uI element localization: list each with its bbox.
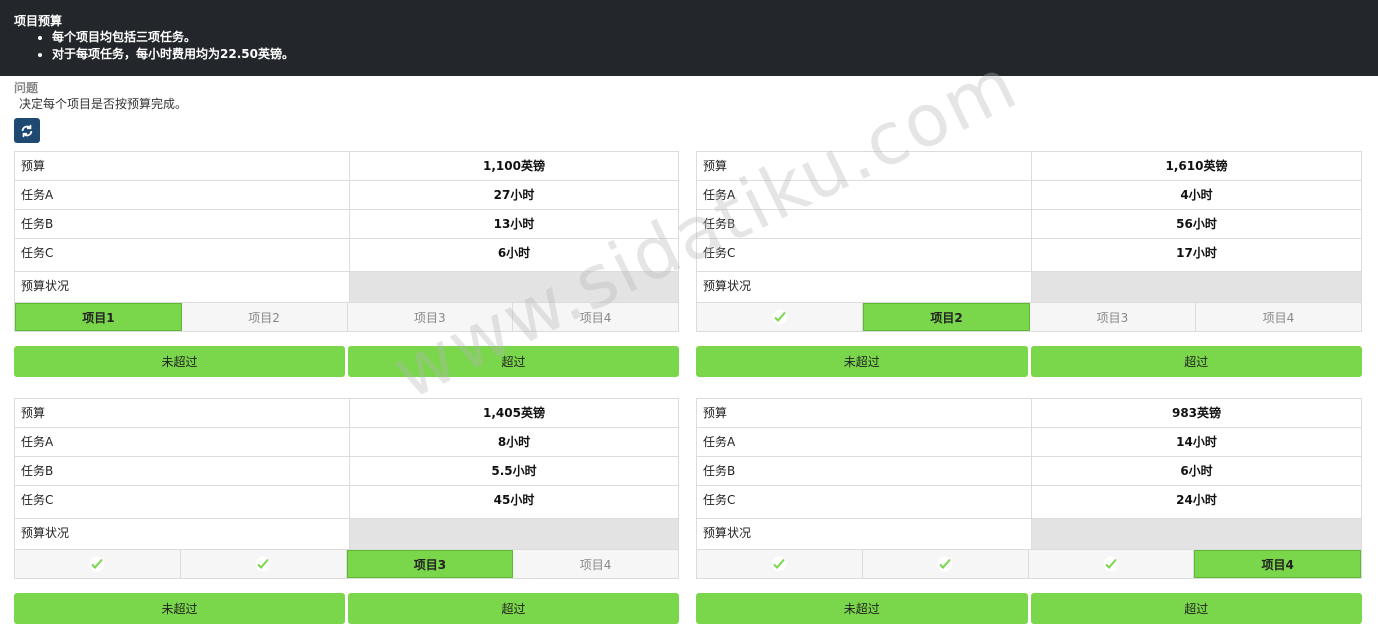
over-button[interactable]: 超过 bbox=[348, 346, 679, 377]
tab-project-2[interactable]: 项目2 bbox=[181, 303, 348, 331]
tab-project-2-done[interactable] bbox=[862, 550, 1029, 578]
task-a-value: 14小时 bbox=[1176, 435, 1217, 449]
task-b-value: 56小时 bbox=[1176, 217, 1217, 231]
check-icon bbox=[1103, 556, 1119, 572]
status-drop-zone[interactable] bbox=[350, 272, 678, 302]
tab-project-2-done[interactable] bbox=[180, 550, 347, 578]
answer-buttons: 未超过 超过 bbox=[696, 593, 1362, 624]
budget-value: 983英镑 bbox=[1171, 406, 1222, 420]
project-tabs: 项目2 项目3 项目4 bbox=[697, 303, 1361, 331]
task-c-label: 任务C bbox=[15, 239, 350, 271]
header-bar: 项目预算 每个项目均包括三项任务。 对于每项任务，每小时费用均为22.50英镑。 bbox=[0, 0, 1378, 76]
task-c-value: 17小时 bbox=[1176, 246, 1217, 260]
task-b-label: 任务B bbox=[15, 210, 350, 238]
task-c-label: 任务C bbox=[697, 239, 1032, 271]
tab-project-2[interactable]: 项目2 bbox=[863, 303, 1030, 331]
task-b-value: 6小时 bbox=[1180, 464, 1213, 478]
answer-buttons: 未超过 超过 bbox=[696, 346, 1362, 377]
answer-buttons: 未超过 超过 bbox=[14, 593, 679, 624]
project-table: 预算 1,100英镑 任务A 27小时 任务B 13小时 任务C 6小时 预算状况 项目… bbox=[14, 151, 679, 332]
task-a-label: 任务A bbox=[697, 428, 1032, 456]
tab-project-3[interactable]: 项目3 bbox=[346, 550, 514, 578]
header-bullet: 每个项目均包括三项任务。 bbox=[52, 29, 294, 46]
task-a-value: 8小时 bbox=[497, 435, 531, 449]
header-bullet: 对于每项任务，每小时费用均为22.50英镑。 bbox=[52, 46, 294, 63]
budget-label: 预算 bbox=[15, 152, 350, 180]
task-a-value: 27小时 bbox=[493, 188, 535, 202]
budget-label: 预算 bbox=[697, 399, 1032, 427]
over-button[interactable]: 超过 bbox=[348, 593, 679, 624]
project-tabs: 项目3 项目4 bbox=[15, 550, 678, 578]
task-a-label: 任务A bbox=[15, 428, 350, 456]
status-drop-zone[interactable] bbox=[1032, 272, 1361, 302]
budget-label: 预算 bbox=[15, 399, 350, 427]
task-b-value: 5.5小时 bbox=[491, 464, 537, 478]
status-label: 预算状况 bbox=[15, 519, 350, 549]
budget-value: 1,610英镑 bbox=[1165, 159, 1228, 173]
tab-project-3[interactable]: 项目3 bbox=[1030, 303, 1196, 331]
status-label: 预算状况 bbox=[697, 519, 1032, 549]
project-table: 预算 983英镑 任务A 14小时 任务B 6小时 任务C 24小时 预算状况 项目4 bbox=[696, 398, 1362, 579]
budget-label: 预算 bbox=[697, 152, 1032, 180]
project-tabs: 项目1 项目2 项目3 项目4 bbox=[15, 303, 678, 331]
status-drop-zone[interactable] bbox=[350, 519, 678, 549]
check-icon bbox=[89, 556, 105, 572]
tab-project-1-done[interactable] bbox=[697, 550, 863, 578]
status-label: 预算状况 bbox=[15, 272, 350, 302]
task-c-label: 任务C bbox=[15, 486, 350, 518]
project-table: 预算 1,405英镑 任务A 8小时 任务B 5.5小时 任务C 45小时 预算状况 项… bbox=[14, 398, 679, 579]
tab-project-3-done[interactable] bbox=[1028, 550, 1195, 578]
refresh-button[interactable] bbox=[14, 118, 40, 143]
answer-buttons: 未超过 超过 bbox=[14, 346, 679, 377]
not-over-button[interactable]: 未超过 bbox=[14, 346, 345, 377]
task-c-value: 6小时 bbox=[497, 246, 531, 260]
tab-project-4[interactable]: 项目4 bbox=[1196, 303, 1361, 331]
task-c-value: 24小时 bbox=[1176, 493, 1217, 507]
not-over-button[interactable]: 未超过 bbox=[696, 346, 1028, 377]
tab-project-1-done[interactable] bbox=[697, 303, 863, 331]
header-bullets: 每个项目均包括三项任务。 对于每项任务，每小时费用均为22.50英镑。 bbox=[14, 29, 294, 63]
check-icon bbox=[772, 309, 787, 325]
budget-value: 1,100英镑 bbox=[483, 159, 545, 173]
question-label: 问题 bbox=[14, 81, 39, 95]
over-button[interactable]: 超过 bbox=[1030, 346, 1362, 377]
task-a-label: 任务A bbox=[697, 181, 1032, 209]
check-icon bbox=[937, 556, 953, 572]
tab-project-4[interactable]: 项目4 bbox=[513, 303, 678, 331]
header-title: 项目预算 bbox=[14, 14, 63, 28]
task-a-value: 4小时 bbox=[1180, 188, 1213, 202]
check-icon bbox=[771, 556, 787, 572]
project-tabs: 项目4 bbox=[697, 550, 1361, 578]
budget-value: 1,405英镑 bbox=[483, 406, 545, 420]
check-icon bbox=[255, 556, 271, 572]
task-b-label: 任务B bbox=[697, 457, 1032, 485]
task-a-label: 任务A bbox=[15, 181, 350, 209]
tab-project-4[interactable]: 项目4 bbox=[513, 550, 678, 578]
not-over-button[interactable]: 未超过 bbox=[14, 593, 345, 624]
tab-project-1[interactable]: 项目1 bbox=[15, 303, 182, 331]
task-b-value: 13小时 bbox=[493, 217, 535, 231]
tab-project-1-done[interactable] bbox=[15, 550, 181, 578]
tab-project-3[interactable]: 项目3 bbox=[347, 303, 514, 331]
over-button[interactable]: 超过 bbox=[1030, 593, 1362, 624]
status-drop-zone[interactable] bbox=[1032, 519, 1361, 549]
task-b-label: 任务B bbox=[697, 210, 1032, 238]
task-c-value: 45小时 bbox=[493, 493, 535, 507]
tab-project-4[interactable]: 项目4 bbox=[1194, 550, 1361, 578]
question-text: 决定每个项目是否按预算完成。 bbox=[19, 97, 188, 111]
task-c-label: 任务C bbox=[697, 486, 1032, 518]
not-over-button[interactable]: 未超过 bbox=[696, 593, 1028, 624]
task-b-label: 任务B bbox=[15, 457, 350, 485]
project-table: 预算 1,610英镑 任务A 4小时 任务B 56小时 任务C 17小时 预算状况 项目… bbox=[696, 151, 1362, 332]
status-label: 预算状况 bbox=[697, 272, 1032, 302]
refresh-icon bbox=[21, 124, 33, 137]
